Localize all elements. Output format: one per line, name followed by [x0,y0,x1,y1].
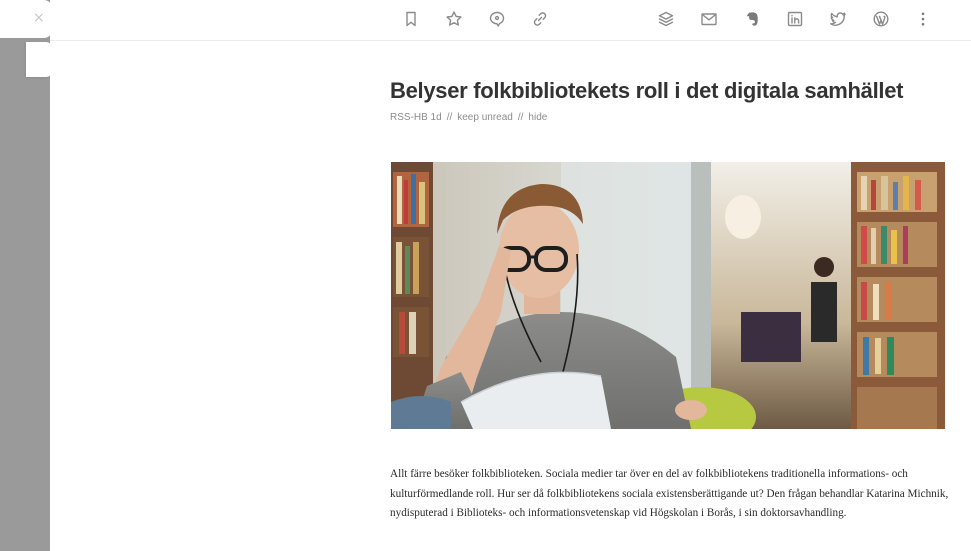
more-icon[interactable] [913,9,933,29]
article-meta: RSS-HB 1d // keep unread // hide [390,112,547,123]
star-icon[interactable] [444,9,464,29]
link-icon[interactable] [530,9,550,29]
keep-unread-link[interactable]: keep unread [457,112,513,123]
evernote-icon[interactable] [742,9,762,29]
article-title[interactable]: Belyser folkbibliotekets roll i det digi… [390,76,950,106]
linkedin-icon[interactable] [785,9,805,29]
hide-link[interactable]: hide [528,112,547,123]
article-body: Allt färre besöker folkbiblioteken. Soci… [390,468,949,519]
article-source[interactable]: RSS-HB 1d [390,112,442,123]
meta-separator: // [446,112,453,123]
tag-icon[interactable] [487,9,507,29]
bookmark-icon[interactable] [401,9,421,29]
wordpress-icon[interactable] [871,9,891,29]
layers-icon[interactable] [656,9,676,29]
twitter-icon[interactable] [828,9,848,29]
close-icon[interactable]: × [33,9,45,27]
left-rail [0,0,50,551]
mail-icon[interactable] [699,9,719,29]
meta-separator: // [517,112,524,123]
secondary-tab[interactable] [26,42,52,77]
article-hero-image [391,162,945,429]
